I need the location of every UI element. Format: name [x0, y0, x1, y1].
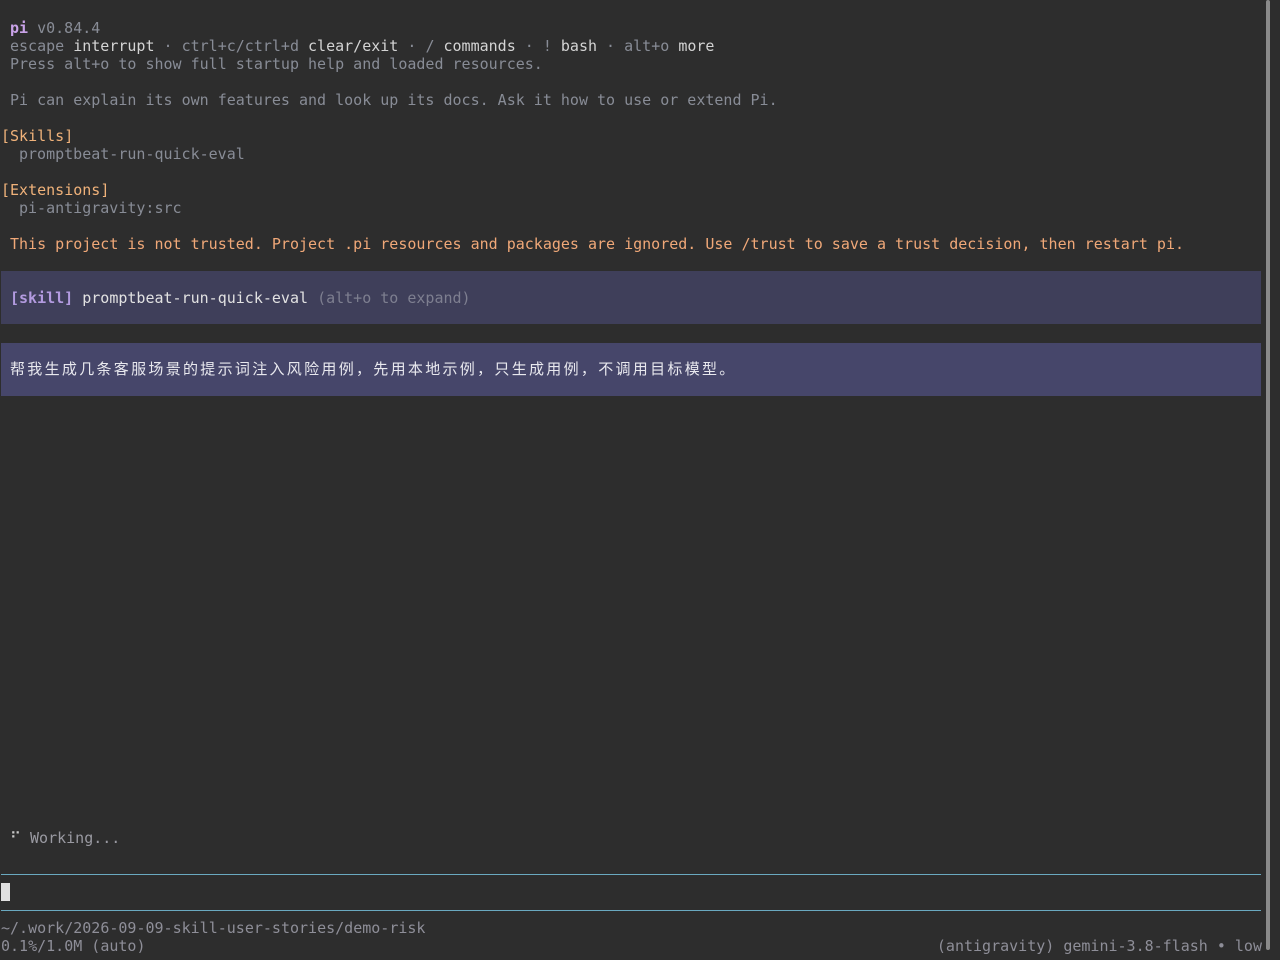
input-top-divider	[1, 874, 1261, 875]
input-bottom-divider	[1, 910, 1261, 911]
startup-hint: Press alt+o to show full startup help an…	[10, 55, 543, 73]
spinner-icon: ⠋	[10, 829, 21, 847]
bash-key: !	[542, 37, 552, 55]
commands-key: /	[425, 37, 435, 55]
extension-item: pi-antigravity:src	[19, 199, 182, 217]
input-cursor[interactable]	[1, 883, 10, 901]
app-name: pi	[10, 19, 29, 37]
skill-block-line[interactable]: [skill] promptbeat-run-quick-eval (alt+o…	[10, 289, 471, 307]
footer-path: ~/.work/2026-09-09-skill-user-stories/de…	[1, 919, 426, 937]
bash-action: bash	[560, 37, 598, 55]
working-text: Working...	[30, 829, 121, 847]
clear-key: ctrl+c/ctrl+d	[181, 37, 299, 55]
skill-block-name: promptbeat-run-quick-eval	[82, 289, 309, 307]
app-version: v0.84.4	[37, 19, 101, 37]
extensions-heading: [Extensions]	[1, 181, 110, 199]
more-key: alt+o	[624, 37, 670, 55]
app-header: pi v0.84.4	[10, 19, 100, 37]
scrollbar[interactable]	[1266, 0, 1270, 950]
skill-item: promptbeat-run-quick-eval	[19, 145, 245, 163]
footer-model: (antigravity) gemini-3.8-flash • low	[936, 937, 1262, 955]
separator: ·	[398, 37, 426, 55]
skill-expand-hint: (alt+o to expand)	[317, 289, 471, 307]
skills-heading: [Skills]	[1, 127, 74, 145]
clear-action: clear/exit	[308, 37, 399, 55]
escape-key: escape	[10, 37, 65, 55]
trust-warning: This project is not trusted. Project .pi…	[10, 235, 1184, 253]
separator: ·	[597, 37, 625, 55]
separator: ·	[154, 37, 182, 55]
more-action: more	[678, 37, 715, 55]
working-status: ⠋ Working...	[10, 829, 120, 847]
separator: ·	[515, 37, 543, 55]
shortcut-bar: escape interrupt · ctrl+c/ctrl+d clear/e…	[10, 37, 714, 55]
skill-tag: [skill]	[10, 289, 74, 307]
user-message: 帮我生成几条客服场景的提示词注入风险用例，先用本地示例，只生成用例，不调用目标模…	[10, 360, 737, 378]
commands-action: commands	[443, 37, 516, 55]
footer-usage: 0.1%/1.0M (auto)	[1, 937, 146, 955]
escape-action: interrupt	[73, 37, 155, 55]
intro-text: Pi can explain its own features and look…	[10, 91, 778, 109]
